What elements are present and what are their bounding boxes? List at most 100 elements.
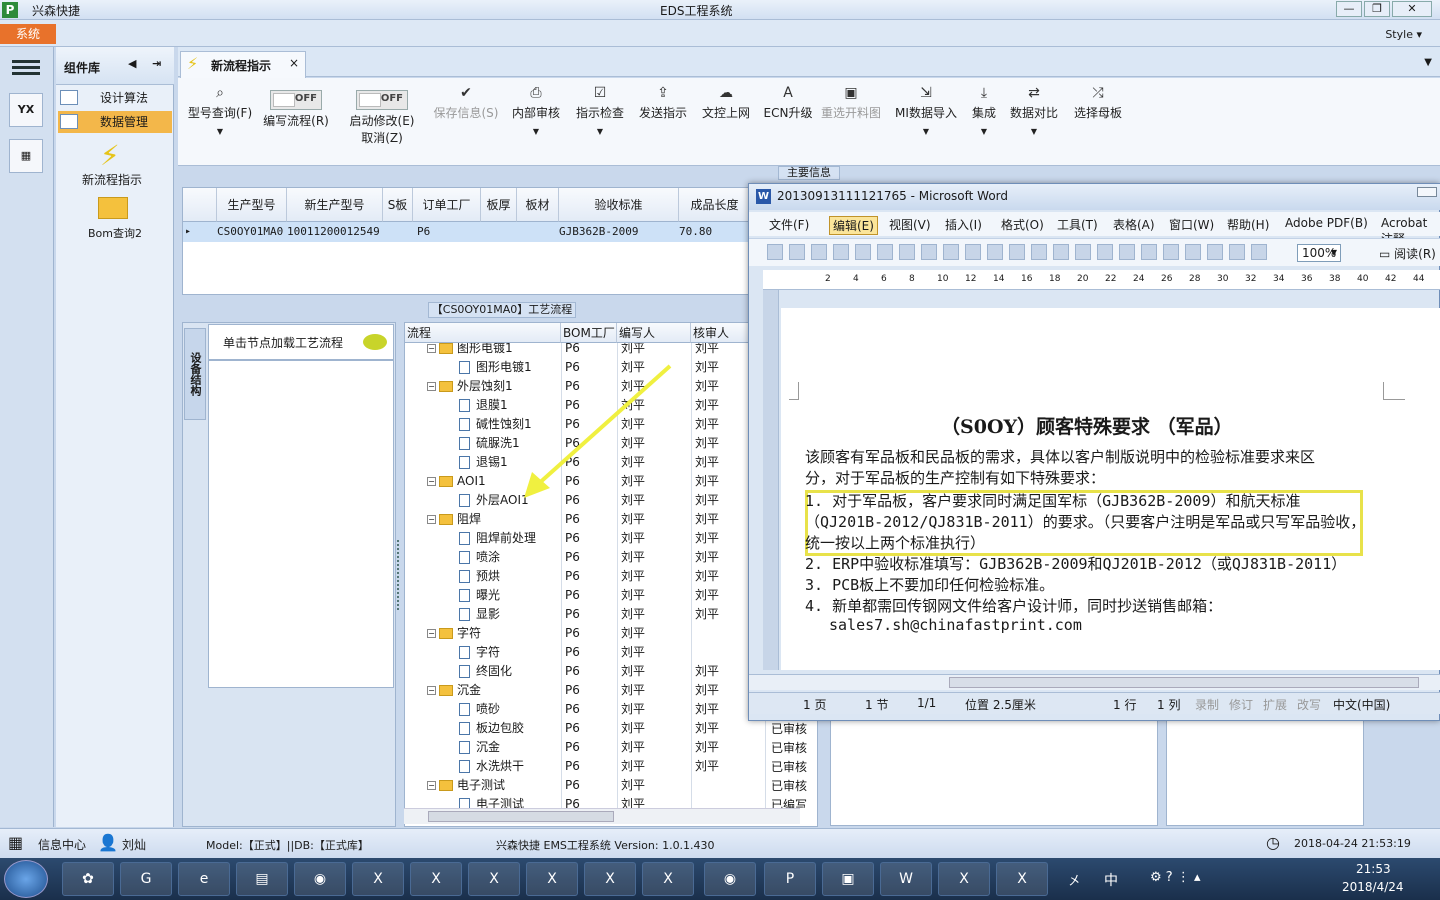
minimize-button[interactable]: — xyxy=(1336,1,1362,17)
undo-icon[interactable] xyxy=(1053,244,1069,260)
tree-node[interactable]: − 沉金 xyxy=(427,681,481,700)
word-menu-item[interactable]: 插入(I) xyxy=(945,216,982,233)
excel-window-icon[interactable]: X xyxy=(642,862,694,896)
toggle-switch[interactable]: OFF xyxy=(356,90,408,110)
taskbar-date[interactable]: 2018/4/24 xyxy=(1342,880,1404,894)
excel-app-icon[interactable]: X xyxy=(996,862,1048,896)
word-menu-item[interactable]: 编辑(E) xyxy=(829,216,878,235)
save-info-button[interactable]: ✔ 保存信息(S) xyxy=(430,82,502,121)
tab-new-process[interactable]: ⚡ 新流程指示 × xyxy=(180,51,306,78)
lightning-icon[interactable]: ⚡ xyxy=(100,139,120,172)
pin-icon[interactable]: ⇥ xyxy=(152,57,161,70)
tree-node[interactable]: 曝光 xyxy=(459,586,500,605)
column-header[interactable]: S板 xyxy=(383,188,413,222)
integrate-button[interactable]: ⤓ 集成 ▼ xyxy=(966,82,1002,136)
horizontal-scrollbar[interactable] xyxy=(404,808,800,824)
word-menu-item[interactable]: 窗口(W) xyxy=(1169,216,1214,233)
excel-window-icon[interactable]: X xyxy=(352,862,404,896)
taskbar-time[interactable]: 21:53 xyxy=(1356,862,1391,876)
internal-review-button[interactable]: ⎙ 内部审核 ▼ xyxy=(508,82,564,136)
collapse-icon[interactable]: − xyxy=(427,629,436,638)
save-disk-icon[interactable]: ▤ xyxy=(236,862,288,896)
document-email[interactable]: sales7.sh@chinafastprint.com xyxy=(829,616,1082,634)
scroll-thumb[interactable] xyxy=(428,811,614,822)
insert-table-icon[interactable] xyxy=(1141,244,1157,260)
windows-start-icon[interactable] xyxy=(4,860,48,898)
g-app-icon[interactable]: G xyxy=(120,862,172,896)
tree-node[interactable]: 板边包胶 xyxy=(459,719,524,738)
tree-row[interactable]: − 电子测试 P6 刘平 xyxy=(405,776,817,795)
word-status-item[interactable]: 改写 xyxy=(1297,696,1321,713)
column-header[interactable]: 板材 xyxy=(517,188,559,222)
network-app-icon[interactable]: ◉ xyxy=(294,862,346,896)
sidebar-item-design-algorithm[interactable]: 设计算法 xyxy=(58,87,172,109)
zoom-select[interactable]: 100% ▼ xyxy=(1297,244,1341,262)
collapse-icon[interactable]: − xyxy=(427,344,436,353)
email-icon[interactable] xyxy=(855,244,871,260)
info-center-link[interactable]: 信息中心 xyxy=(38,836,86,853)
word-menu-item[interactable]: 格式(O) xyxy=(1001,216,1044,233)
tree-node[interactable]: − 图形电镀1 xyxy=(427,343,513,358)
permission-icon[interactable] xyxy=(833,244,849,260)
tables-icon[interactable] xyxy=(1119,244,1135,260)
collapse-icon[interactable]: − xyxy=(427,781,436,790)
collapse-icon[interactable]: − xyxy=(427,686,436,695)
tree-node[interactable]: 水洗烘干 xyxy=(459,757,524,776)
maximize-button[interactable]: ❐ xyxy=(1364,1,1390,17)
word-status-item[interactable]: 录制 xyxy=(1195,696,1219,713)
tree-row[interactable]: 板边包胶 P6 刘平 刘平 xyxy=(405,719,817,738)
column-header[interactable]: 板厚 xyxy=(481,188,517,222)
bom-query-link[interactable]: Bom查询2 xyxy=(88,225,142,241)
system-menu-button[interactable]: 系统 xyxy=(0,24,56,44)
excel-window-icon[interactable]: X xyxy=(526,862,578,896)
send-instruction-button[interactable]: ⇪ 发送指示 xyxy=(634,82,692,121)
save-icon[interactable] xyxy=(811,244,827,260)
column-header[interactable]: 订单工厂 xyxy=(413,188,481,222)
columns-icon[interactable] xyxy=(1185,244,1201,260)
select-motherboard-button[interactable]: ⤮ 选择母板 xyxy=(1070,82,1126,121)
mi-data-import-button[interactable]: ⇲ MI数据导入 ▼ xyxy=(892,82,960,136)
word-menu-item[interactable]: 视图(V) xyxy=(889,216,931,233)
word-window-icon[interactable]: W xyxy=(880,862,932,896)
show-hide-icon[interactable] xyxy=(1251,244,1267,260)
spell-icon[interactable] xyxy=(921,244,937,260)
tree-node[interactable]: 沉金 xyxy=(459,738,500,757)
shell-app-icon[interactable]: ✿ xyxy=(62,862,114,896)
drawing-icon[interactable] xyxy=(1207,244,1223,260)
format-painter-icon[interactable] xyxy=(1031,244,1047,260)
tree-node[interactable]: 退锡1 xyxy=(459,453,508,472)
tree-node[interactable]: − 电子测试 xyxy=(427,776,505,795)
word-status-item[interactable]: 修订 xyxy=(1229,696,1253,713)
ime-mode[interactable]: 中 xyxy=(1104,870,1118,890)
tab-menu-chevron-icon[interactable]: ▼ xyxy=(1424,57,1432,68)
word-menu-item[interactable]: 表格(A) xyxy=(1113,216,1155,233)
new-process-link[interactable]: 新流程指示 xyxy=(82,171,142,188)
ime-icon[interactable]: 㐅 xyxy=(1068,870,1081,889)
start-modify-toggle[interactable]: OFF 启动修改(E) 取消(Z) xyxy=(344,82,420,146)
tree-row[interactable]: 电子测试 P6 刘平 xyxy=(405,795,817,808)
vertical-ruler[interactable] xyxy=(763,290,779,670)
word-minimize-button[interactable] xyxy=(1417,187,1437,197)
excel-icon[interactable] xyxy=(1163,244,1179,260)
excel-window-icon[interactable]: X xyxy=(584,862,636,896)
cut-icon[interactable] xyxy=(965,244,981,260)
publish-online-button[interactable]: ☁ 文控上网 xyxy=(696,82,756,121)
research-icon[interactable] xyxy=(943,244,959,260)
tree-node[interactable]: − 字符 xyxy=(427,624,481,643)
preview-icon[interactable] xyxy=(899,244,915,260)
close-button[interactable]: ✕ xyxy=(1392,1,1432,17)
tab-equipment-structure[interactable]: 设备结构 xyxy=(184,328,206,420)
network-app-icon[interactable]: ◉ xyxy=(704,862,756,896)
tree-node[interactable]: 预烘 xyxy=(459,567,500,586)
tree-node[interactable]: 电子测试 xyxy=(459,795,524,808)
word-menu-item[interactable]: 文件(F) xyxy=(769,216,809,233)
word-menu-item[interactable]: Adobe PDF(B) xyxy=(1285,216,1368,230)
image-viewer-icon[interactable]: ▣ xyxy=(822,862,874,896)
open-icon[interactable] xyxy=(789,244,805,260)
collapse-icon[interactable]: − xyxy=(427,477,436,486)
model-query-button[interactable]: ⌕ 型号查询(F) ▼ xyxy=(184,82,256,136)
collapse-icon[interactable]: − xyxy=(427,515,436,524)
tree-node[interactable]: − AOI1 xyxy=(427,472,486,491)
data-compare-button[interactable]: ⇄ 数据对比 ▼ xyxy=(1008,82,1060,136)
column-header[interactable]: 新生产型号 xyxy=(287,188,383,222)
